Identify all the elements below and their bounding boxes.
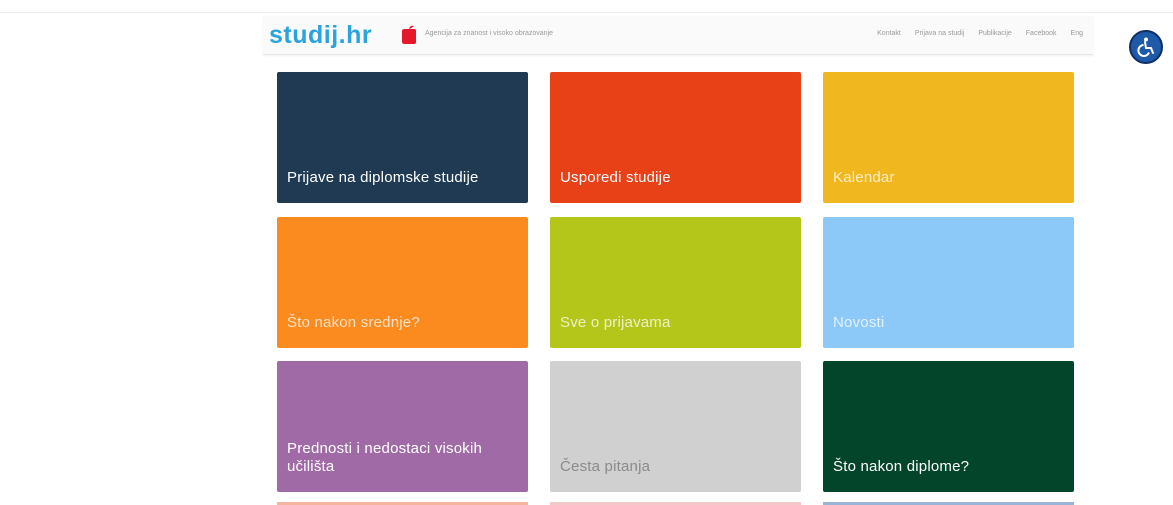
nav-item-eng[interactable]: Eng	[1071, 28, 1083, 40]
tile-label: Što nakon diplome?	[833, 458, 970, 475]
tile-kalendar[interactable]: Kalendar	[823, 72, 1074, 203]
tile-label: Novosti	[833, 314, 885, 331]
tile-label: Prijave na diplomske studije	[287, 169, 479, 186]
top-nav: Kontakt Prijava na studij Publikacije Fa…	[877, 28, 1083, 40]
nav-item-prijava[interactable]: Prijava na studij	[915, 28, 964, 40]
tile-label: Prednosti i nedostaci visokih učilišta	[287, 440, 483, 475]
site-tagline: Agencija za znanost i visoko obrazovanje	[425, 30, 554, 37]
tile-sto-nakon-diplome[interactable]: Što nakon diplome?	[823, 361, 1074, 492]
apple-icon	[402, 25, 416, 44]
tile-label: Usporedi studije	[560, 169, 671, 186]
tile-label: Sve o prijavama	[560, 314, 671, 331]
tile-label: Česta pitanja	[560, 458, 651, 475]
nav-item-kontakt[interactable]: Kontakt	[877, 28, 901, 40]
site-header: studij.hr Agencija za znanost i visoko o…	[263, 16, 1093, 55]
tile-prednosti-nedostaci[interactable]: Prednosti i nedostaci visokih učilišta	[277, 361, 528, 492]
tile-label: Što nakon srednje?	[287, 314, 420, 331]
tile-sto-nakon-srednje[interactable]: Što nakon srednje?	[277, 217, 528, 348]
tile-novosti[interactable]: Novosti	[823, 217, 1074, 348]
nav-item-facebook[interactable]: Facebook	[1026, 28, 1057, 40]
site-logo[interactable]: studij.hr	[269, 20, 372, 50]
page-top-divider	[0, 12, 1173, 13]
tile-prijave-diplomski[interactable]: Prijave na diplomske studije	[277, 72, 528, 203]
nav-item-publikacije[interactable]: Publikacije	[978, 28, 1011, 40]
tile-label: Kalendar	[833, 169, 895, 186]
wheelchair-icon	[1137, 37, 1154, 57]
tile-cesta-pitanja[interactable]: Česta pitanja	[550, 361, 801, 492]
tile-usporedi-studije[interactable]: Usporedi studije	[550, 72, 801, 203]
tile-sve-o-prijavama[interactable]: Sve o prijavama	[550, 217, 801, 348]
accessibility-button[interactable]	[1129, 30, 1163, 64]
